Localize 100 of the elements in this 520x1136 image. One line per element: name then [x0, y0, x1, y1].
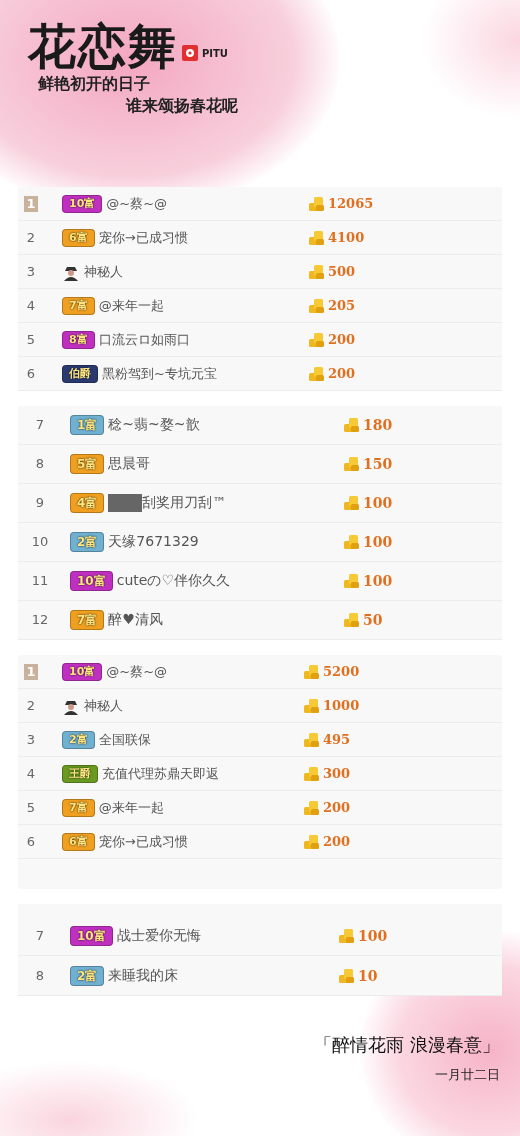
ingot-stack-icon [308, 229, 325, 246]
ingot-stack-icon [343, 495, 360, 511]
level-badge: 8富 [62, 330, 95, 349]
rank-number: 8 [34, 967, 46, 984]
level-badge: 王爵 [62, 764, 98, 783]
rank-number: 5 [25, 331, 37, 348]
ingot-stack-icon [308, 331, 325, 348]
level-badge: 7富 [70, 610, 105, 630]
level-badge: 6富 [62, 832, 95, 851]
level-badge: 1富 [70, 415, 105, 435]
level-badge: 6富 [62, 228, 95, 247]
coin-amount: 4100 [328, 230, 365, 245]
user-name: 刮奖用刀刮™ [142, 494, 227, 512]
rank-number: 7 [34, 417, 46, 433]
rank-number: 5 [25, 799, 37, 816]
coin-amount: 10 [358, 967, 378, 984]
user-name: 来睡我的床 [108, 966, 179, 985]
user-name: 稔~翡~婺~歆 [108, 416, 200, 434]
coin-amount: 205 [328, 298, 356, 313]
level-badge: 2富 [62, 730, 95, 749]
rank-number: 6 [25, 833, 37, 850]
coin-amount: 150 [363, 456, 393, 472]
subtitle-line: 鲜艳初开的日子 [37, 72, 151, 95]
ingot-stack-icon [303, 731, 320, 748]
rank-number: 3 [25, 263, 37, 280]
brand-name: PITU [202, 47, 228, 59]
user-name: 神秘人 [84, 696, 123, 715]
coin-amount: 200 [328, 366, 356, 381]
ingot-stack-icon [303, 833, 320, 850]
ingot-stack-icon [343, 612, 360, 628]
level-badge: 10富 [62, 194, 103, 213]
rank-number: 4 [25, 765, 37, 782]
rank-number: 10 [30, 534, 50, 550]
coin-amount: 50 [363, 612, 383, 628]
rank-number: 3 [25, 731, 37, 748]
level-badge: 10富 [70, 925, 113, 946]
ingot-stack-icon [303, 765, 320, 782]
ingot-stack-icon [343, 456, 360, 472]
ingot-stack-icon [303, 697, 320, 714]
coin-amount: 300 [323, 766, 351, 781]
ingot-stack-icon [308, 263, 325, 280]
level-badge: 7富 [62, 296, 95, 315]
rank-number: 11 [30, 573, 50, 589]
user-name: @来年一起 [98, 296, 164, 315]
coin-amount: 12065 [328, 196, 374, 211]
subtitle-line: 谁来颂扬春花呢 [124, 94, 239, 117]
user-name: 思晨哥 [108, 455, 151, 473]
ingot-stack-icon [303, 663, 320, 680]
ingot-stack-icon [303, 799, 320, 816]
ingot-stack-icon [338, 927, 355, 944]
ingot-stack-icon [343, 534, 360, 550]
coin-amount: 495 [323, 732, 351, 747]
quote-text: 「醉情花雨 浪漫春意」 [313, 1033, 500, 1057]
rank-number: 8 [34, 456, 46, 472]
user-name: 醉♥清风 [108, 611, 163, 629]
date-text: 一月廿二日 [434, 1066, 500, 1084]
ingot-stack-icon [308, 365, 325, 382]
level-badge: 2富 [70, 532, 105, 552]
user-name: cuteの♡伴你久久 [116, 572, 230, 590]
user-name: 全国联保 [98, 730, 151, 749]
user-name: 宠你→已成习惯 [98, 228, 188, 247]
user-name: 神秘人 [84, 262, 123, 281]
level-badge: 7富 [62, 798, 95, 817]
level-badge: 4富 [70, 493, 105, 513]
coin-amount: 100 [363, 534, 393, 550]
level-badge: 10富 [70, 571, 113, 591]
level-badge: 伯爵 [62, 364, 98, 383]
level-badge: 5富 [70, 454, 105, 474]
rank-number: 9 [34, 495, 46, 511]
user-name: @~蔡~@ [106, 662, 168, 681]
rank-number: 12 [30, 612, 50, 628]
user-name: 黑粉驾到~专坑元宝 [102, 364, 217, 383]
user-name: @来年一起 [98, 798, 164, 817]
calligraphy-title: 花恋舞 [28, 20, 178, 73]
user-name: 天缘7671329 [108, 533, 199, 551]
user-name: 充值代理苏鼎天即返 [102, 764, 219, 783]
coin-amount: 200 [323, 834, 351, 849]
rank-number: 7 [34, 927, 46, 944]
coin-amount: 100 [363, 495, 393, 511]
ingot-stack-icon [338, 967, 355, 984]
user-name: @~蔡~@ [106, 194, 168, 213]
level-badge: 10富 [62, 662, 103, 681]
rank-number: 4 [25, 297, 37, 314]
user-name: 口流云ロ如雨口 [98, 330, 190, 349]
user-name: 战士爱你无悔 [116, 926, 201, 945]
coin-amount: 1000 [323, 698, 360, 713]
flower-logo-icon [182, 44, 198, 61]
rank-number: 1 [24, 195, 38, 212]
coin-amount: 5200 [323, 664, 360, 679]
ingot-stack-icon [343, 417, 360, 433]
level-badge: 2富 [70, 965, 105, 986]
coin-amount: 100 [358, 927, 388, 944]
coin-amount: 200 [328, 332, 356, 347]
rank-number: 2 [25, 697, 37, 714]
ingot-stack-icon [308, 297, 325, 314]
coin-amount: 180 [363, 417, 393, 433]
coin-amount: 200 [323, 800, 351, 815]
coin-amount: 500 [328, 264, 356, 279]
user-name: 宠你→已成习惯 [98, 832, 188, 851]
rank-number: 2 [25, 229, 37, 246]
